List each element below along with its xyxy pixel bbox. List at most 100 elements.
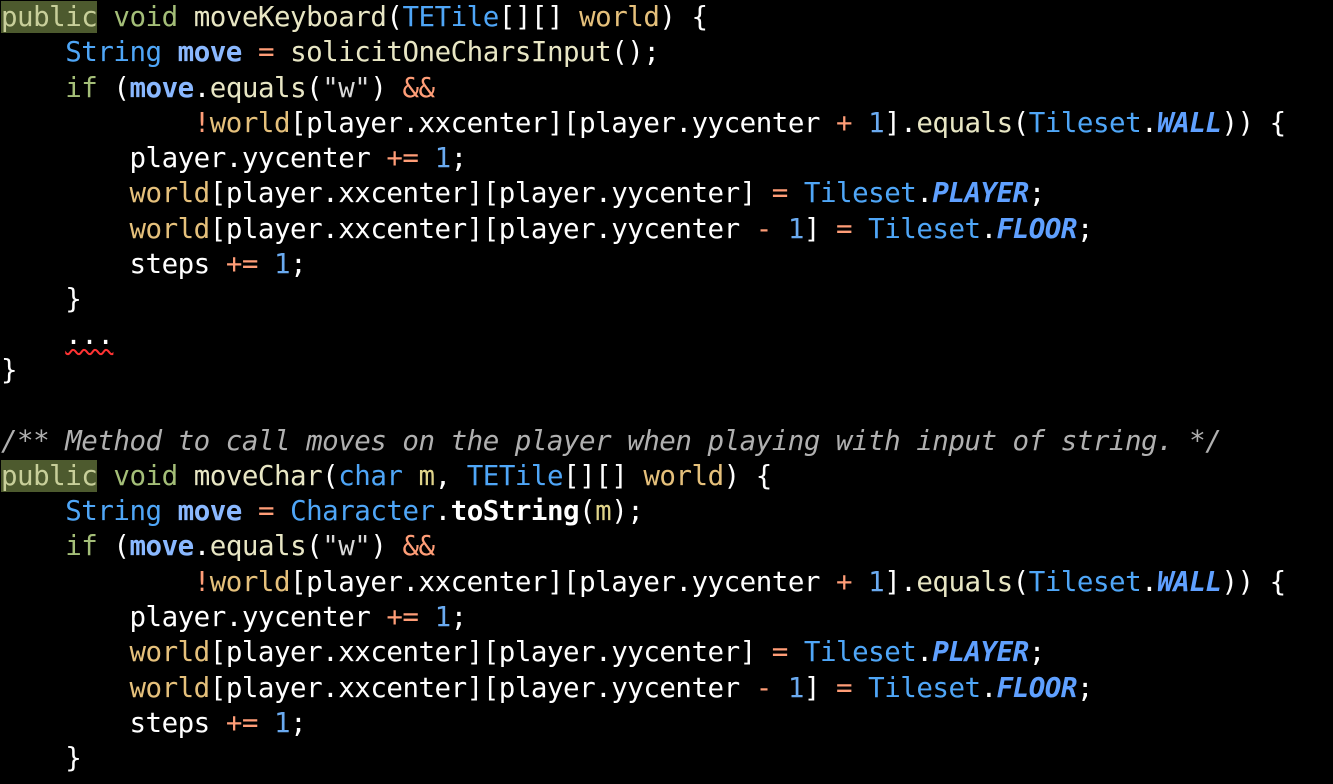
code-token: yycenter [611, 671, 740, 704]
code-line: public void moveKeyboard(TETile[][] worl… [0, 0, 1333, 35]
code-token: TETile [402, 1, 499, 33]
code-token: [ [482, 212, 500, 245]
code-token: ! [193, 565, 211, 598]
code-token: xxcenter [338, 636, 467, 669]
code-token: . [322, 212, 339, 245]
code-token: ] [546, 565, 564, 598]
code-token: void [113, 459, 178, 492]
code-token: . [900, 106, 917, 139]
code-token: ) [370, 71, 387, 104]
code-token: . [900, 565, 917, 598]
code-token: WALL [1157, 565, 1222, 598]
code-token: move [129, 71, 194, 104]
code-line: } [0, 353, 1333, 388]
code-token: . [916, 177, 933, 210]
code-line: world[player.xxcenter][player.yycenter -… [0, 212, 1333, 247]
code-line: !world[player.xxcenter][player.yycenter … [0, 106, 1333, 141]
code-token: = [836, 671, 853, 704]
code-token: . [322, 636, 339, 669]
code-token: . [225, 142, 243, 175]
code-token: ; [643, 36, 660, 69]
code-token: ( [1012, 106, 1030, 139]
code-token: [ [563, 565, 580, 598]
code-line: world[player.xxcenter][player.yycenter] … [0, 635, 1333, 670]
code-token: ] [466, 671, 484, 704]
code-token: equals [916, 565, 1013, 598]
code-token: . [595, 177, 612, 210]
code-token: Tileset [803, 177, 917, 210]
code-token: yycenter [611, 212, 740, 245]
code-token: yycenter [241, 142, 371, 175]
code-token: yycenter [691, 565, 821, 598]
code-token: 1 [434, 601, 452, 634]
code-token: = [257, 36, 275, 69]
code-token: public [1, 1, 98, 33]
code-editor[interactable]: public void moveKeyboard(TETile[][] worl… [0, 0, 1333, 784]
code-token: ( [579, 495, 596, 528]
code-token: [ [209, 177, 227, 210]
code-token: ] [884, 106, 901, 139]
code-token: . [193, 71, 211, 104]
code-token: . [980, 671, 998, 704]
code-token: world [209, 106, 291, 139]
code-token: = [771, 177, 789, 210]
code-token: PLAYER [932, 636, 1029, 669]
code-token: moveKeyboard [193, 1, 387, 33]
code-token: += [386, 142, 419, 175]
code-token: [ [563, 106, 580, 139]
code-token: world [129, 212, 210, 245]
code-line: world[player.xxcenter][player.yycenter] … [0, 176, 1333, 211]
code-token: FLOOR [996, 212, 1078, 245]
code-token: player [225, 636, 323, 669]
code-token: . [916, 636, 933, 669]
code-token: . [322, 671, 339, 704]
code-token: ) [370, 530, 387, 563]
code-token: world [129, 636, 210, 669]
code-token: "w" [322, 71, 371, 104]
code-token: } [1, 353, 18, 386]
code-token: { [691, 1, 709, 33]
code-line: String move = Character.toString(m); [0, 494, 1333, 529]
code-comment: /** Method to call moves on the player w… [1, 424, 1222, 457]
code-line: } [0, 741, 1333, 776]
code-token: xxcenter [418, 106, 548, 139]
code-token: player [498, 212, 596, 245]
code-token: 1 [787, 671, 805, 704]
code-token: move [129, 530, 194, 563]
code-token: public [1, 459, 98, 492]
code-token: . [402, 565, 419, 598]
code-line: player.yycenter += 1; [0, 141, 1333, 176]
code-line: /** Method to call moves on the player w… [0, 424, 1333, 459]
code-token: [ [290, 565, 307, 598]
code-token: ] [514, 1, 532, 33]
code-token: ] [803, 671, 821, 704]
code-token: [ [595, 459, 612, 492]
code-token: yycenter [691, 106, 821, 139]
code-token: += [225, 706, 259, 739]
code-token: = [257, 495, 275, 528]
code-token: void [113, 1, 178, 33]
code-token: ( [386, 1, 403, 33]
code-token: + [836, 565, 853, 598]
code-token: [ [209, 212, 227, 245]
code-token: ] [611, 459, 628, 492]
code-token: [ [498, 1, 516, 33]
code-token: ; [290, 248, 307, 281]
code-token: moveChar [193, 459, 323, 492]
code-token: . [225, 601, 243, 634]
code-token: [ [563, 459, 580, 492]
code-token: ( [611, 36, 628, 69]
code-token: steps [129, 706, 210, 739]
code-token: world [643, 459, 724, 492]
code-token: ] [466, 636, 484, 669]
code-token: String [65, 36, 162, 69]
code-token: yycenter [611, 177, 740, 210]
code-token: + [836, 106, 853, 139]
code-token: ] [884, 565, 901, 598]
code-token: ( [113, 71, 130, 104]
code-line: String move = solicitOneCharsInput(); [0, 35, 1333, 70]
code-token: world [209, 565, 291, 598]
code-token: toString [450, 495, 580, 528]
code-token: ) [611, 495, 628, 528]
